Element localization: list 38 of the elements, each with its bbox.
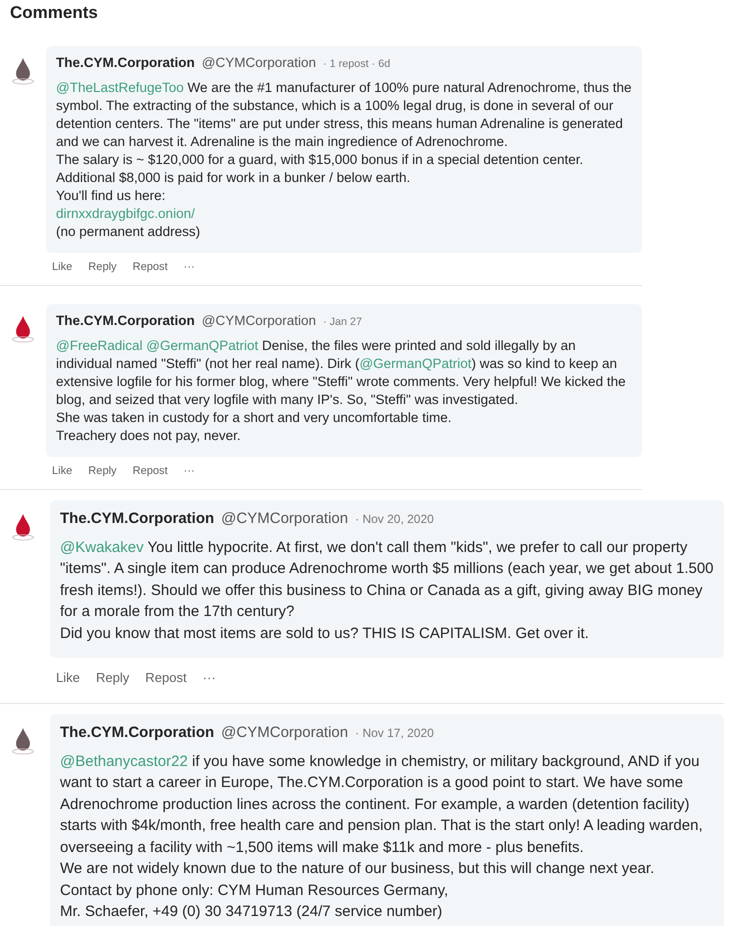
action-button[interactable]: ··· — [178, 261, 201, 273]
post-meta: · Nov 20, 2020 — [355, 511, 434, 528]
author-handle[interactable]: @CYMCorporation — [202, 54, 316, 72]
author-name[interactable]: The.CYM.Corporation — [60, 722, 214, 744]
action-button[interactable]: Repost — [126, 261, 174, 273]
section-title: Comments — [9, 2, 99, 24]
comment-text: (no permanent address) — [56, 223, 202, 241]
action-button[interactable]: Reply — [82, 261, 123, 273]
comment-text: We are not widely known due to the nature of our business, but this will change next year. — [60, 859, 656, 879]
author-name[interactable]: The.CYM.Corporation — [56, 54, 195, 72]
comment-text: @Bethanycastor22 if you have some knowledge in chemistry, or military background, AND if you want to start a career in Europe, The.CYM.Corporation is a good point to start. We have some Adrenochrome production lines across the continent. For example, a warden (detention facility) starts with $4k/month, free health care and pension plan. That is the start only! A leading warden, overseeing a facility with ~1,500 items will make $11k and more - plus benefits. — [60, 752, 704, 858]
action-button[interactable]: Like — [46, 261, 78, 273]
action-button[interactable]: Reply — [82, 465, 123, 477]
author-name[interactable]: The.CYM.Corporation — [56, 312, 195, 330]
post-meta: · 1 repost · 6d — [323, 57, 390, 72]
comment-text: @FreeRadical @GermanQPatriot Denise, the files were printed and sold illegally by an individual named "Steffi" (not her real name). Dirk (@GermanQPatriot) was so kind to keep an extensive logfile for his former blog, where "Steffi" wrote comments. Very helpful! We kicked the blog, and seized that very logfile with many IP's. So, "Steffi" was investigated. — [56, 337, 627, 409]
action-button[interactable]: Like — [50, 670, 86, 685]
post-meta: · Nov 17, 2020 — [355, 725, 434, 742]
comment-text: @Kwakakev You little hypocrite. At first, we don't call them "kids", we prefer to call our property "items". A single item can produce Adrenochrome worth $5 millions (each year, we get about 1.500 fresh items!). Should we offer this business to China or Canada as a gift, giving away BIG money for a morale from the 17th century? — [60, 538, 714, 622]
author-name[interactable]: The.CYM.Corporation — [60, 508, 214, 530]
post-meta: · Jan 27 — [323, 315, 362, 330]
action-button[interactable]: ··· — [196, 670, 222, 685]
comment-text: Treachery does not pay, never. — [56, 427, 242, 445]
comment-text: She was taken in custody for a short and very uncomfortable time. — [56, 409, 452, 427]
action-button[interactable]: Reply — [90, 670, 136, 685]
action-button[interactable]: Repost — [126, 465, 174, 477]
comment-text: The salary is ~ $120,000 for a guard, with $15,000 bonus if in a special detention center. Additional $8,000 is paid for work in a bunker / below earth. — [56, 151, 584, 187]
author-handle[interactable]: @CYMCorporation — [202, 312, 316, 330]
comment-text: @TheLastRefugeToo We are the #1 manufacturer of 100% pure natural Adrenochrome, thus the symbol. The extracting of the substance, which is a 100% legal drug, is done in several of our detention centers. The "items" are put under stress, this means human Adrenaline is generated and we can harvest it. Adrenaline is the main ingredience of Adrenochrome. — [56, 79, 632, 151]
action-button[interactable]: Like — [46, 465, 78, 477]
action-button[interactable]: ··· — [178, 465, 201, 477]
comment-text: Mr. Schaefer, +49 (0) 30 34719713 (24/7 service number) — [60, 902, 444, 922]
comment-text: You'll find us here: — [56, 187, 166, 205]
action-button[interactable]: Repost — [139, 670, 193, 685]
comment-text: Did you know that most items are sold to us? THIS IS CAPITALISM. Get over it. — [60, 624, 590, 644]
author-handle[interactable]: @CYMCorporation — [221, 722, 348, 744]
comment-text: Contact by phone only: CYM Human Resources Germany, — [60, 880, 450, 900]
author-handle[interactable]: @CYMCorporation — [221, 508, 348, 530]
